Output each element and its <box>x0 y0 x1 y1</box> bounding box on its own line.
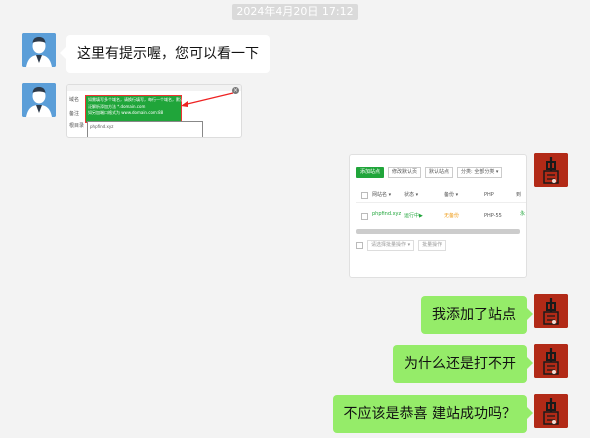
close-icon: × <box>232 87 239 94</box>
user-silhouette-icon <box>22 83 56 117</box>
own-avatar[interactable] <box>534 153 568 187</box>
timestamp: 2024年4月20日 17:12 <box>232 4 358 20</box>
message-bubble[interactable]: 这里有提示喔，您可以看一下 <box>60 35 270 73</box>
own-avatar[interactable] <box>534 394 568 428</box>
own-avatar[interactable] <box>534 294 568 328</box>
image-message[interactable]: 域名 备注 根目录 如需填写多个域名，请换行填写，每行一个域名，默认为80端口 … <box>66 84 242 138</box>
toolbar: 添加站点 修改默认页 默认站点 分类: 全部分类 ▾ <box>356 167 503 178</box>
table-footer: 请选择批量操作 ▾ 批量操作 <box>356 240 447 251</box>
field-label: 备注 <box>69 111 80 117</box>
message-bubble[interactable]: 我添加了站点 <box>421 296 533 334</box>
column-header: 网站名 ▾ <box>372 192 392 198</box>
column-header: PHP <box>484 192 494 198</box>
user-silhouette-icon <box>22 33 56 67</box>
checkbox-icon <box>361 192 368 199</box>
field-label: 根目录 <box>69 123 85 129</box>
china-calligraphy-avatar-icon <box>534 294 568 328</box>
batch-select: 请选择批量操作 ▾ <box>367 240 415 251</box>
horizontal-scrollbar <box>356 229 520 234</box>
site-backup: 无备份 <box>444 213 460 219</box>
contact-avatar[interactable] <box>22 33 56 67</box>
red-arrow-icon <box>181 92 234 107</box>
table-header: 网站名 ▾ 状态 ▾ 备份 ▾ PHP 到 <box>356 188 526 203</box>
message-bubble[interactable]: 为什么还是打不开 <box>393 345 533 383</box>
column-header: 备份 ▾ <box>444 192 459 198</box>
site-php: PHP-55 <box>484 213 502 219</box>
own-avatar[interactable] <box>534 344 568 378</box>
edit-default-page-button: 修改默认页 <box>388 167 422 178</box>
default-site-button: 默认站点 <box>425 167 454 178</box>
china-calligraphy-avatar-icon <box>534 394 568 428</box>
checkbox-icon <box>361 213 368 220</box>
checkbox-icon <box>356 242 363 249</box>
add-site-button: 添加站点 <box>356 167 385 178</box>
batch-button: 批量操作 <box>418 240 447 251</box>
tip-line: 如另加端口格式为 www.domain.com:88 <box>88 110 164 115</box>
field-value: phpfind.xyz <box>90 124 114 129</box>
message-bubble[interactable]: 不应该是恭喜 建站成功吗？ <box>332 395 534 433</box>
contact-avatar[interactable] <box>22 83 56 117</box>
site-extra: 永 <box>520 211 526 217</box>
image-message[interactable]: 添加站点 修改默认页 默认站点 分类: 全部分类 ▾ 网站名 ▾ 状态 ▾ 备份… <box>349 154 527 278</box>
category-select: 分类: 全部分类 ▾ <box>457 167 503 178</box>
table-row: phpfind.xyz 运行中▶ 无备份 PHP-55 永 <box>356 205 526 227</box>
tooltip-box: 如需填写多个域名，请换行填写，每行一个域名，默认为80端口 泛解析添加方法 *.… <box>85 95 202 123</box>
china-calligraphy-avatar-icon <box>534 344 568 378</box>
tip-line: 如需填写多个域名，请换行填写，每行一个域名，默认为80端口 <box>88 97 202 102</box>
column-header: 到 <box>516 192 522 198</box>
category-label: 分类: 全部分类 <box>461 169 495 175</box>
column-header: 状态 ▾ <box>404 192 419 198</box>
china-calligraphy-avatar-icon <box>534 153 568 187</box>
site-status: 运行中▶ <box>404 213 423 219</box>
field-label: 域名 <box>69 97 80 103</box>
domain-textarea: phpfind.xyz <box>87 121 203 137</box>
site-name: phpfind.xyz <box>372 211 402 217</box>
